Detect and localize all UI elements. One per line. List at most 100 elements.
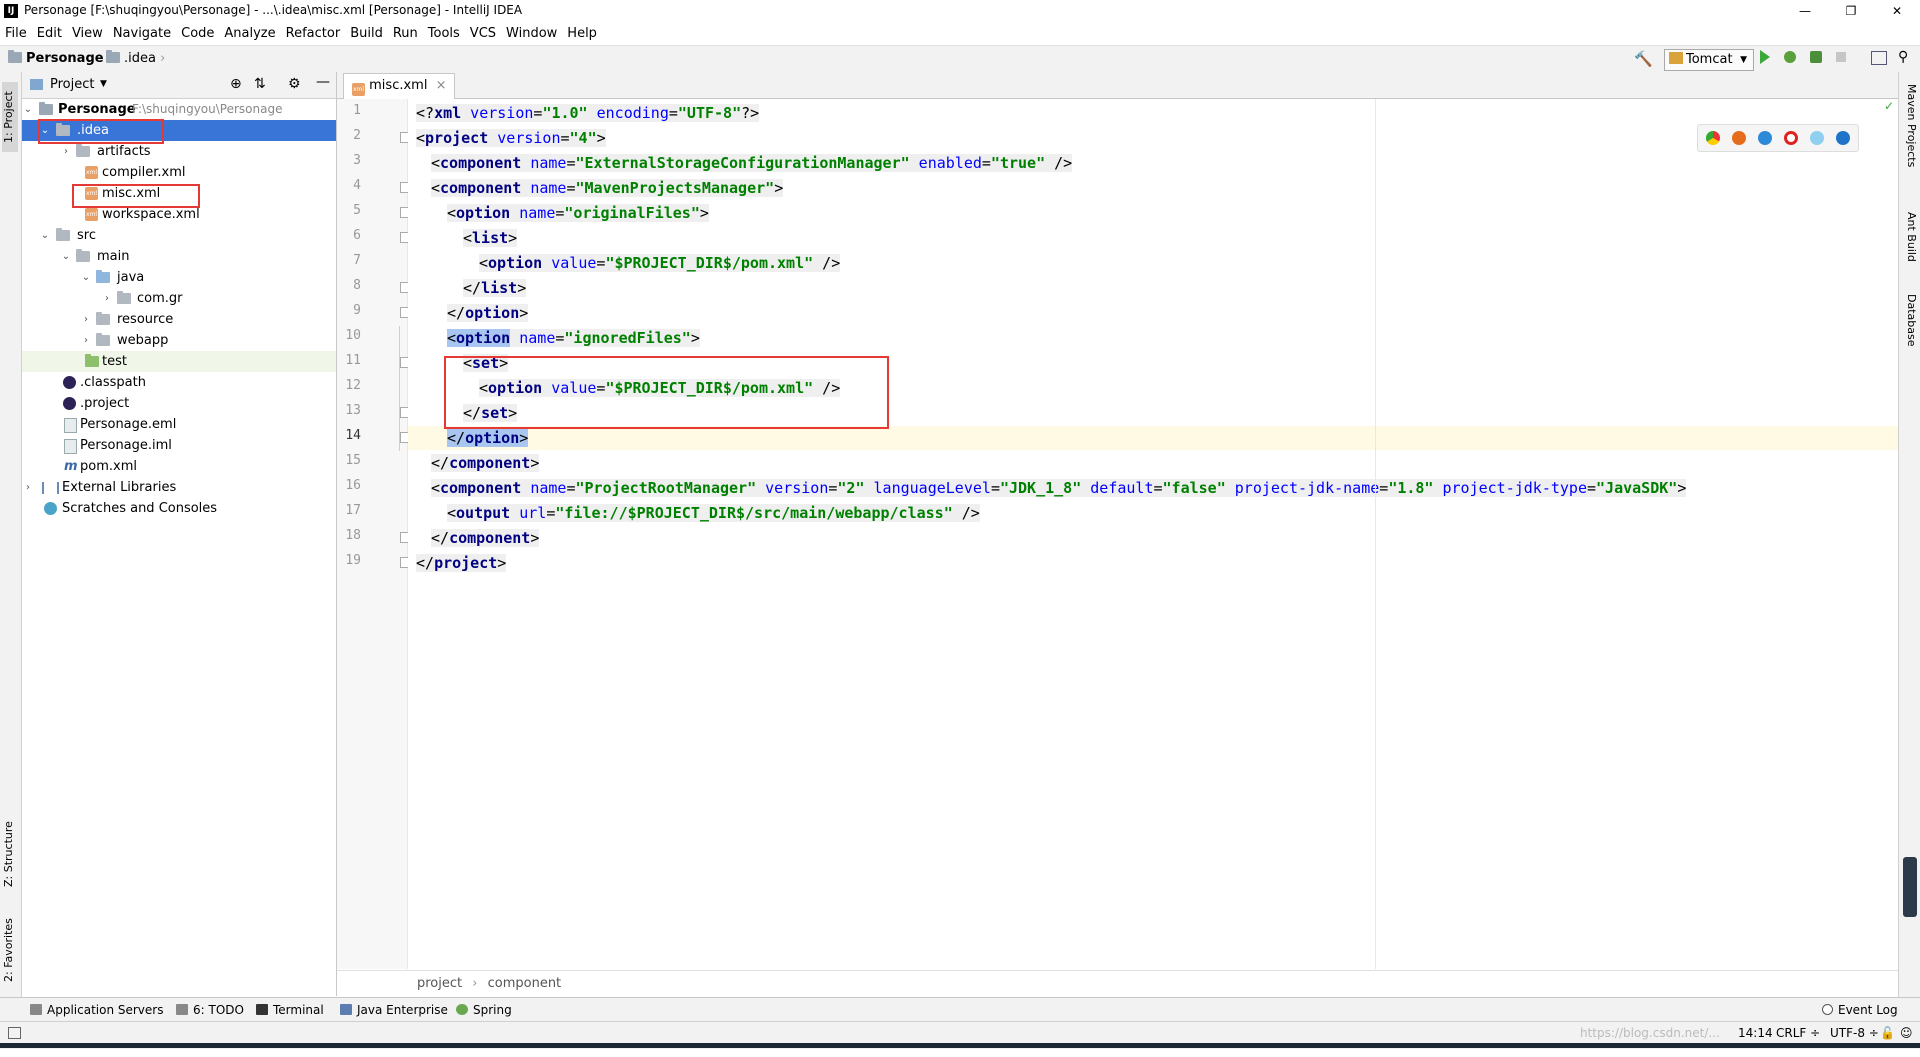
spring-button[interactable]: Spring	[456, 1002, 512, 1018]
project-view-select[interactable]: Project	[50, 77, 94, 92]
tree-row-test[interactable]: test	[22, 351, 336, 372]
run-config-select[interactable]: Tomcat ▼	[1664, 49, 1754, 71]
minimize-button[interactable]: —	[1782, 0, 1828, 23]
collapse-all-icon[interactable]: ⇅	[254, 76, 266, 92]
hide-panel-icon[interactable]: —	[316, 74, 330, 90]
close-tab-icon[interactable]: ×	[436, 78, 447, 93]
yandex-icon[interactable]	[1810, 131, 1824, 145]
tree-row-external-libraries[interactable]: › External Libraries	[22, 477, 336, 498]
event-log-button[interactable]: Event Log	[1822, 1002, 1898, 1018]
menu-refactor[interactable]: Refactor	[281, 23, 346, 45]
tree-row-scratches[interactable]: Scratches and Consoles	[22, 498, 336, 519]
chevron-right-icon[interactable]: ›	[101, 288, 113, 309]
tree-row-personage-iml[interactable]: Personage.iml	[22, 435, 336, 456]
tree-row-pom-xml[interactable]: m pom.xml	[22, 456, 336, 477]
tree-row-workspace-xml[interactable]: xml workspace.xml	[22, 204, 336, 225]
chevron-down-icon[interactable]: ⌄	[80, 267, 92, 288]
breadcrumb-project[interactable]: project	[417, 976, 462, 991]
menu-view[interactable]: View	[67, 23, 108, 45]
safari-icon[interactable]	[1758, 131, 1772, 145]
code-line-6: <list>	[463, 229, 518, 247]
line-separator[interactable]: CRLF ÷	[1776, 1026, 1820, 1040]
project-tool-tab[interactable]: 1: Project	[2, 82, 18, 152]
menu-help[interactable]: Help	[562, 23, 602, 45]
chevron-right-icon[interactable]: ›	[80, 309, 92, 330]
menu-run[interactable]: Run	[388, 23, 423, 45]
tree-row-artifacts[interactable]: › artifacts	[22, 141, 336, 162]
maven-projects-tab[interactable]: Maven Projects	[1902, 84, 1918, 194]
tree-row-src[interactable]: ⌄ src	[22, 225, 336, 246]
toggle-tool-windows-icon[interactable]	[8, 1027, 21, 1039]
tree-row-webapp[interactable]: › webapp	[22, 330, 336, 351]
chevron-right-icon[interactable]: ›	[60, 141, 72, 162]
nav-crumb-project[interactable]: Personage ›	[8, 50, 113, 68]
menu-tools[interactable]: Tools	[423, 23, 465, 45]
tool-window-bar: Application Servers 6: TODO Terminal Jav…	[0, 997, 1920, 1022]
inspection-ok-icon[interactable]: ✓	[1884, 99, 1894, 113]
tree-root-path: F:\shuqingyou\Personage	[132, 102, 283, 116]
edge-icon[interactable]	[1836, 131, 1850, 145]
search-icon[interactable]: ⚲	[1898, 49, 1908, 65]
coverage-icon[interactable]	[1810, 51, 1822, 63]
menu-file[interactable]: File	[0, 23, 32, 45]
menu-window[interactable]: Window	[501, 23, 562, 45]
todo-button[interactable]: 6: TODO	[176, 1002, 244, 1018]
build-hammer-icon[interactable]: 🔨	[1634, 50, 1653, 68]
terminal-button[interactable]: Terminal	[256, 1002, 324, 1018]
firefox-icon[interactable]	[1732, 131, 1746, 145]
ant-build-tab[interactable]: Ant Build	[1902, 212, 1918, 282]
tree-row-personage-eml[interactable]: Personage.eml	[22, 414, 336, 435]
inspector-icon[interactable]: ☺	[1900, 1026, 1913, 1040]
tree-row-project-file[interactable]: .project	[22, 393, 336, 414]
restore-button[interactable]: ❐	[1828, 0, 1874, 23]
app-servers-button[interactable]: Application Servers	[30, 1002, 163, 1018]
tree-row-root[interactable]: ⌄ Personage F:\shuqingyou\Personage	[22, 99, 336, 120]
breadcrumb-component[interactable]: component	[488, 976, 562, 991]
chevron-right-icon[interactable]: ›	[80, 330, 92, 351]
debug-icon[interactable]	[1784, 51, 1796, 63]
tab-misc-xml[interactable]: xml misc.xml ×	[343, 73, 456, 99]
tree-row-classpath[interactable]: .classpath	[22, 372, 336, 393]
locate-icon[interactable]: ⊕	[230, 76, 242, 92]
tree-label: resource	[117, 312, 174, 327]
menu-build[interactable]: Build	[345, 23, 388, 45]
code-editor[interactable]: <?xml version="1.0" encoding="UTF-8"?> <…	[399, 99, 1898, 969]
tree-row-compiler-xml[interactable]: xml compiler.xml	[22, 162, 336, 183]
menu-vcs[interactable]: VCS	[465, 23, 501, 45]
menu-navigate[interactable]: Navigate	[108, 23, 176, 45]
chevron-right-icon[interactable]: ›	[22, 477, 34, 498]
menu-code[interactable]: Code	[176, 23, 219, 45]
chrome-icon[interactable]	[1706, 131, 1720, 145]
caret-position[interactable]: 14:14	[1738, 1026, 1773, 1040]
lock-icon[interactable]: 🔓	[1880, 1026, 1895, 1040]
chevron-down-icon[interactable]: ▼	[100, 79, 107, 89]
side-widget[interactable]	[1903, 857, 1917, 917]
database-tab[interactable]: Database	[1902, 294, 1918, 364]
stop-icon[interactable]	[1836, 52, 1846, 62]
tree-label: Personage.iml	[80, 438, 172, 453]
nav-crumb-idea[interactable]: .idea ›	[106, 50, 165, 68]
chevron-down-icon[interactable]: ⌄	[22, 99, 34, 120]
left-tool-stripe: 1: Project Z: Structure 2: Favorites Web	[0, 72, 22, 1049]
chevron-down-icon[interactable]: ⌄	[39, 225, 51, 246]
gear-icon[interactable]: ⚙	[288, 76, 301, 92]
opera-icon[interactable]	[1784, 131, 1798, 145]
run-icon[interactable]	[1760, 50, 1770, 64]
tree-row-main[interactable]: ⌄ main	[22, 246, 336, 267]
tree-row-com-gr[interactable]: › com.gr	[22, 288, 336, 309]
tree-row-resource[interactable]: › resource	[22, 309, 336, 330]
project-structure-icon[interactable]	[1871, 51, 1887, 65]
menu-edit[interactable]: Edit	[32, 23, 67, 45]
menu-analyze[interactable]: Analyze	[219, 23, 280, 45]
favorites-tool-tab[interactable]: 2: Favorites	[2, 910, 18, 990]
code-line-5: <option name="originalFiles">	[447, 204, 709, 222]
close-window-button[interactable]: ✕	[1874, 0, 1920, 23]
structure-tool-tab[interactable]: Z: Structure	[2, 812, 18, 897]
file-encoding[interactable]: UTF-8 ÷	[1830, 1026, 1879, 1040]
tree-label: com.gr	[137, 291, 183, 306]
tree-row-java[interactable]: ⌄ java	[22, 267, 336, 288]
chevron-down-icon[interactable]: ⌄	[60, 246, 72, 267]
java-enterprise-button[interactable]: Java Enterprise	[340, 1002, 448, 1018]
os-taskbar-edge	[0, 1043, 1920, 1048]
folder-icon	[76, 144, 90, 157]
